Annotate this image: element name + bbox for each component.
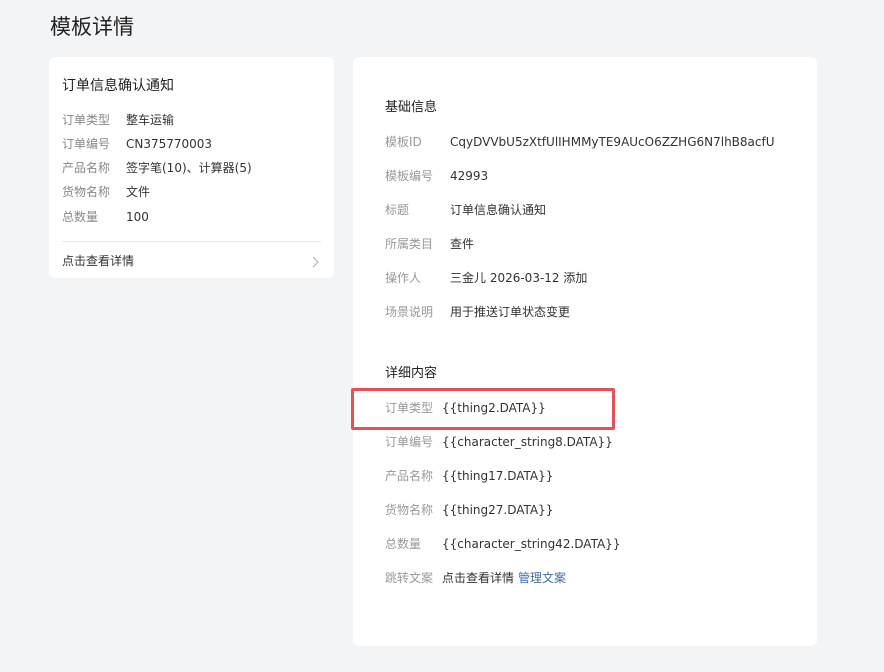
info-value: CqyDVVbU5zXtfUlIHMMyTE9AUcO6ZZHG6N7lhB8a… (450, 135, 775, 149)
info-key: 操作人 (385, 271, 422, 285)
preview-row-order-type: 订单类型 整车运输 (62, 112, 174, 128)
detail-row-total-quantity: 总数量 {{character_string42.DATA}} (385, 536, 620, 552)
preview-row-total-quantity: 总数量 100 (62, 209, 149, 225)
detail-key: 订单编号 (385, 435, 434, 449)
preview-key: 总数量 (62, 210, 99, 224)
preview-value: 签字笔(10)、计算器(5) (126, 161, 252, 175)
preview-key: 货物名称 (62, 185, 111, 199)
info-value: 用于推送订单状态变更 (450, 305, 571, 319)
info-value: 查件 (450, 237, 475, 251)
page-title: 模板详情 (50, 15, 134, 39)
template-detail-card: 基础信息 模板ID CqyDVVbU5zXtfUlIHMMyTE9AUcO6ZZH… (353, 57, 817, 646)
detail-value: {{character_string8.DATA}} (442, 435, 613, 449)
preview-row-goods-name: 货物名称 文件 (62, 184, 150, 200)
preview-value: 100 (126, 210, 149, 224)
detail-key: 订单类型 (385, 401, 434, 415)
info-value: 42993 (450, 169, 489, 183)
chevron-right-icon (312, 256, 319, 268)
detail-row-order-type: 订单类型 {{thing2.DATA}} (385, 400, 546, 416)
detail-value: {{thing2.DATA}} (442, 401, 546, 415)
detail-key: 总数量 (385, 537, 422, 551)
info-row-title: 标题 订单信息确认通知 (385, 202, 546, 218)
jump-text-value: 点击查看详情 (442, 571, 515, 585)
info-row-template-id: 模板ID CqyDVVbU5zXtfUlIHMMyTE9AUcO6ZZHG6N7l… (385, 134, 775, 150)
info-row-scenario: 场景说明 用于推送订单状态变更 (385, 304, 570, 320)
preview-value: CN375770003 (126, 137, 213, 151)
detail-value: {{thing27.DATA}} (442, 503, 554, 517)
detail-row-order-number: 订单编号 {{character_string8.DATA}} (385, 434, 613, 450)
preview-row-product-name: 产品名称 签字笔(10)、计算器(5) (62, 160, 252, 176)
info-key: 标题 (385, 203, 410, 217)
detail-key: 货物名称 (385, 503, 434, 517)
detail-row-product-name: 产品名称 {{thing17.DATA}} (385, 468, 553, 484)
detail-row-jump-text: 跳转文案 点击查看详情 管理文案 (385, 570, 566, 586)
view-detail-link[interactable]: 点击查看详情 (62, 253, 321, 271)
info-key: 场景说明 (385, 305, 434, 319)
detail-row-goods-name: 货物名称 {{thing27.DATA}} (385, 502, 553, 518)
detail-value: {{character_string42.DATA}} (442, 537, 621, 551)
preview-value: 整车运输 (126, 113, 175, 127)
info-value: 订单信息确认通知 (450, 203, 547, 217)
preview-key: 订单编号 (62, 137, 111, 151)
preview-title: 订单信息确认通知 (62, 78, 174, 94)
info-key: 所属类目 (385, 237, 434, 251)
info-row-operator: 操作人 三金儿 2026-03-12 添加 (385, 270, 587, 286)
info-row-category: 所属类目 查件 (385, 236, 474, 252)
info-row-template-number: 模板编号 42993 (385, 168, 488, 184)
info-key: 模板ID (385, 135, 422, 149)
preview-key: 产品名称 (62, 161, 111, 175)
view-detail-label: 点击查看详情 (62, 254, 135, 268)
info-key: 模板编号 (385, 169, 434, 183)
detail-content-title: 详细内容 (385, 366, 438, 381)
preview-row-order-number: 订单编号 CN375770003 (62, 136, 212, 152)
preview-key: 订单类型 (62, 113, 111, 127)
message-preview-card: 订单信息确认通知 订单类型 整车运输 订单编号 CN375770003 产品名称 签字… (49, 57, 334, 278)
preview-value: 文件 (126, 185, 151, 199)
manage-text-link[interactable]: 管理文案 (518, 571, 566, 585)
detail-key: 跳转文案 (385, 571, 434, 585)
detail-key: 产品名称 (385, 469, 434, 483)
basic-info-title: 基础信息 (385, 100, 438, 115)
preview-divider (62, 241, 321, 242)
detail-value: {{thing17.DATA}} (442, 469, 554, 483)
info-value: 三金儿 2026-03-12 添加 (450, 271, 588, 285)
